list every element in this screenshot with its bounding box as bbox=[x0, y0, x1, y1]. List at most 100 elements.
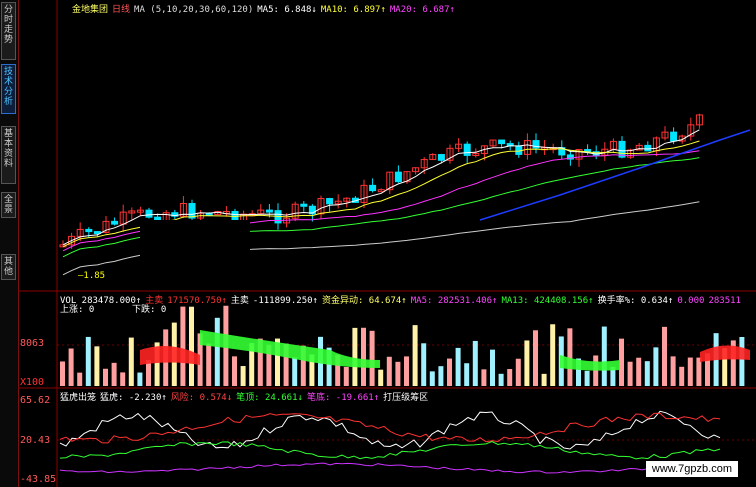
volume-bar bbox=[524, 340, 530, 386]
volume-bar bbox=[662, 326, 667, 386]
volume-bar bbox=[369, 330, 375, 386]
price-header: 金地集团 日线 MA (5,10,20,30,60,120) MA5: 6.848↓ M… bbox=[72, 2, 459, 15]
chart-blank-area bbox=[140, 220, 250, 290]
volume-bar bbox=[679, 366, 685, 386]
bi-top-value: 笔顶: 24.661↓ bbox=[236, 393, 303, 403]
ma20-value: MA20: 6.687↑ bbox=[389, 5, 455, 15]
suppress-zone: 打压级筹区 bbox=[383, 393, 429, 403]
volume-bar bbox=[438, 366, 444, 386]
tiger-value: 猛虎: -2.230↑ bbox=[100, 393, 167, 403]
volume-bar bbox=[739, 337, 745, 386]
osc-risk-line bbox=[59, 412, 721, 444]
watermark: www.7gpzb.com bbox=[645, 461, 738, 477]
candle-body bbox=[369, 184, 377, 192]
volume-bar bbox=[395, 361, 401, 386]
osc-name: 猛虎出笼 bbox=[60, 393, 97, 403]
chart-blank-band bbox=[430, 100, 756, 112]
volume-bar bbox=[128, 337, 134, 386]
volume-bar bbox=[421, 343, 427, 386]
volume-bar bbox=[429, 371, 435, 386]
volume-bar bbox=[103, 368, 108, 386]
osc-axis-bottom: -43.85 bbox=[20, 474, 57, 485]
volume-bar bbox=[60, 361, 65, 386]
volume-bar bbox=[352, 327, 358, 386]
volume-bar bbox=[404, 356, 409, 386]
volume-bar bbox=[533, 330, 538, 386]
stock-chart-window: 分时走势 技术分析 基本资料 全景 其他 金地集团 日线 MA (5,10,20,3… bbox=[0, 0, 756, 487]
zero-value: 0.000 bbox=[677, 296, 705, 306]
volume-bar bbox=[507, 369, 513, 386]
main-buy-label: 主卖 bbox=[230, 296, 249, 306]
osc-bi-bottom-line bbox=[59, 462, 721, 474]
ma-spec: MA (5,10,20,30,60,120) bbox=[134, 5, 254, 15]
volume-bar bbox=[472, 340, 478, 386]
volume-bar bbox=[240, 366, 246, 386]
ma5-value: MA5: 6.848↓ bbox=[257, 5, 317, 15]
stock-name: 金地集团 bbox=[72, 5, 109, 15]
volume-bar bbox=[94, 346, 100, 386]
period-label[interactable]: 日线 bbox=[112, 5, 130, 15]
volume-bar bbox=[447, 358, 452, 386]
volume-bar bbox=[687, 357, 693, 386]
volume-bar bbox=[481, 369, 487, 386]
volume-bar bbox=[644, 361, 650, 386]
ma10-value: MA10: 6.897↑ bbox=[320, 5, 386, 15]
volume-bar bbox=[490, 349, 495, 386]
main-sell-value: 171570.750↑ bbox=[167, 296, 227, 306]
candle-body bbox=[188, 203, 196, 219]
volume-bar bbox=[593, 355, 599, 386]
main-buy-value: -111899.250↑ bbox=[252, 296, 318, 306]
candle-body bbox=[145, 209, 153, 218]
candle-body bbox=[437, 154, 445, 161]
down-count: 下跌: 0 bbox=[132, 305, 167, 315]
volume-bar bbox=[550, 324, 556, 386]
volume-bar bbox=[378, 369, 384, 386]
volume-bar bbox=[77, 372, 83, 386]
vol-ma5-value: MA5: 282531.406↑ bbox=[410, 296, 498, 306]
volume-bar bbox=[541, 373, 547, 386]
osc-tiger-line bbox=[59, 410, 721, 450]
volume-bar bbox=[584, 370, 590, 386]
osc-header: 猛虎出笼 猛虎: -2.230↑ 风险: 0.574↓ 笔顶: 24.661↓ 笔底: … bbox=[60, 390, 432, 403]
volume-axis-mid: 8063 bbox=[20, 338, 45, 349]
candle-body bbox=[463, 143, 471, 156]
candle-body bbox=[85, 228, 93, 233]
risk-value: 风险: 0.574↓ bbox=[170, 393, 233, 403]
fund-move-value: 资金异动: 64.674↑ bbox=[321, 296, 407, 306]
volume-bar bbox=[567, 328, 573, 386]
volume-bar bbox=[232, 356, 237, 386]
volume-bar bbox=[111, 362, 117, 386]
volume-bar bbox=[120, 372, 126, 386]
volume-bar bbox=[627, 361, 633, 386]
ma120-line bbox=[479, 129, 751, 221]
volume-bar bbox=[601, 326, 607, 386]
volume-bar bbox=[180, 306, 186, 386]
candle-body bbox=[498, 139, 506, 145]
volume-bar bbox=[343, 366, 349, 386]
volume-bar bbox=[361, 327, 366, 386]
candle-body bbox=[265, 209, 273, 213]
volume-bar bbox=[214, 317, 220, 386]
volume-bar bbox=[653, 347, 659, 386]
up-count: 上涨: 0 bbox=[60, 305, 95, 315]
volume-bar bbox=[206, 343, 212, 386]
candle-body bbox=[670, 131, 678, 142]
candle-body bbox=[300, 203, 308, 207]
turnover-value: 换手率%: 0.634↑ bbox=[597, 296, 674, 306]
volume-bar bbox=[189, 306, 194, 386]
osc-axis-top: 65.62 bbox=[20, 395, 51, 406]
extra-value: 283511 bbox=[708, 296, 741, 306]
candle-body bbox=[644, 144, 652, 152]
chart-canvas[interactable] bbox=[0, 0, 756, 487]
volume-bar bbox=[386, 356, 392, 386]
vol-ma13-value: MA13: 424408.156↑ bbox=[501, 296, 594, 306]
volume-bar bbox=[137, 372, 143, 386]
volume-bar bbox=[292, 357, 298, 386]
volume-bar bbox=[68, 348, 74, 386]
volume-bar bbox=[515, 358, 521, 386]
candle-body bbox=[326, 198, 334, 205]
candle-body bbox=[394, 171, 402, 183]
bi-bottom-value: 笔底: -19.661↑ bbox=[306, 393, 380, 403]
volume-bar bbox=[464, 363, 470, 386]
price-low-label: —1.85 bbox=[78, 271, 106, 281]
